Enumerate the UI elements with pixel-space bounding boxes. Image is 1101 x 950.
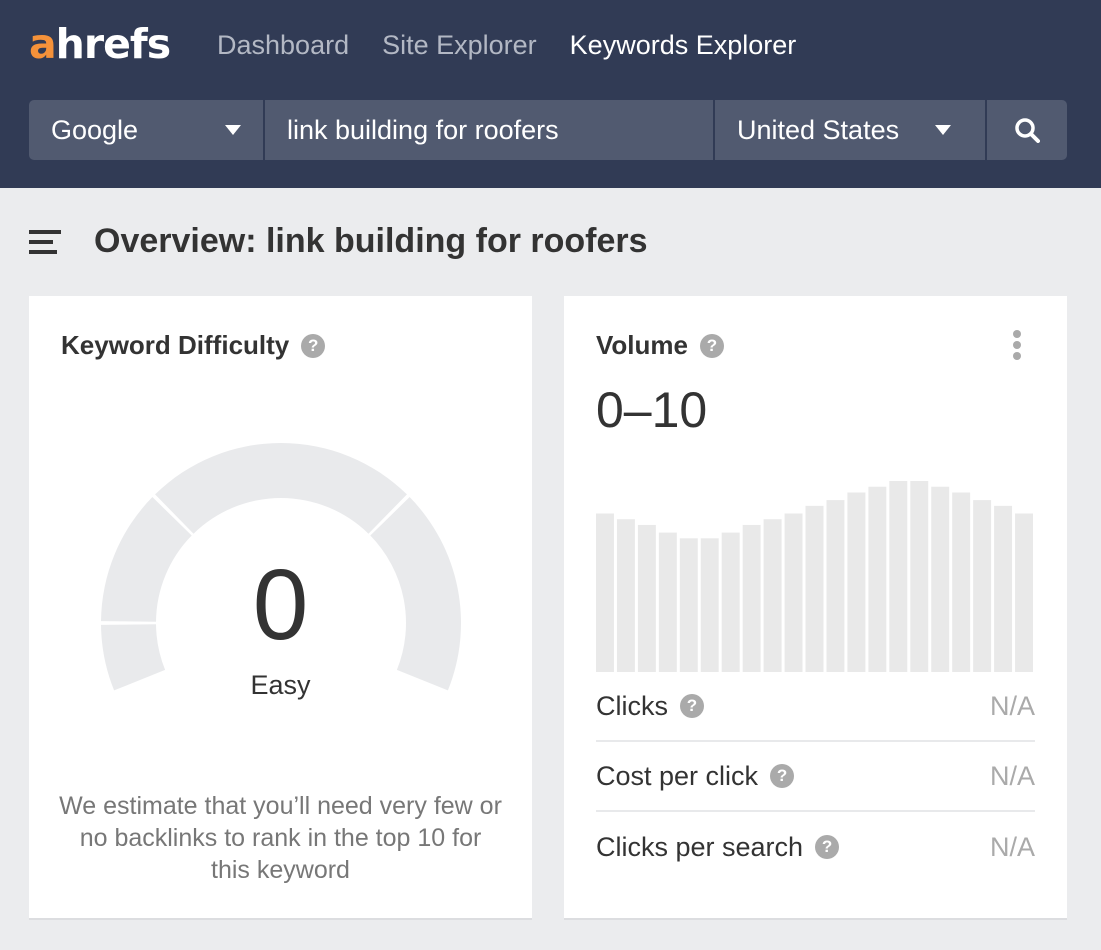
nav-site-explorer[interactable]: Site Explorer [382,30,537,60]
volume-bar-11[interactable] [805,505,824,672]
difficulty-description: We estimate that you’ll need very few or… [59,792,502,884]
volume-bar-1[interactable] [596,513,614,672]
metric-label: Clicks [596,690,668,721]
main-nav: Dashboard Site Explorer Keywords Explore… [217,30,829,60]
nav-keywords-explorer[interactable]: Keywords Explorer [570,30,797,60]
country-select[interactable]: United States [715,100,985,160]
volume-bar-19[interactable] [973,500,992,672]
metric-row-clicks-per-search: Clicks per search? N/A [596,812,1035,882]
volume-metrics: Clicks? N/A Cost per click? N/A Clicks p… [596,672,1035,882]
metric-row-cost-per-click: Cost per click? N/A [596,742,1035,812]
kebab-menu-icon[interactable] [1012,330,1022,362]
metric-row-clicks: Clicks? N/A [596,672,1035,742]
metric-value: N/A [989,690,1035,721]
metric-label: Clicks per search [596,831,804,862]
volume-card: Volume ? 0–10 Clicks? N/A Cost per click… [564,296,1067,918]
help-icon[interactable]: ? [815,835,840,859]
search-engine-select[interactable]: Google [29,100,263,160]
volume-bar-14[interactable] [868,486,887,672]
page-header: Overview: link building for roofers [29,222,648,261]
volume-bar-15[interactable] [889,481,908,672]
gauge-segment [155,443,407,534]
volume-bar-9[interactable] [763,519,782,672]
logo-rest: hrefs [55,20,171,68]
ahrefs-logo[interactable]: ahrefs [29,20,171,68]
volume-bar-21[interactable] [1015,513,1033,672]
logo-a: a [29,20,57,68]
volume-bar-3[interactable] [637,524,656,672]
volume-bar-8[interactable] [742,524,761,672]
help-icon[interactable]: ? [770,764,795,788]
volume-bar-16[interactable] [910,481,929,672]
country-value: United States [737,114,900,145]
volume-bar-5[interactable] [679,538,698,672]
top-bar: ahrefs Dashboard Site Explorer Keywords … [0,0,1101,188]
search-icon [1015,118,1040,143]
volume-bar-13[interactable] [847,492,866,672]
volume-trend-chart [596,481,1033,672]
volume-bar-17[interactable] [931,486,950,672]
volume-bar-20[interactable] [994,505,1013,672]
volume-bar-12[interactable] [826,500,845,672]
volume-bar-6[interactable] [700,538,719,672]
volume-value: 0–10 [596,382,708,438]
metric-value: N/A [989,831,1035,862]
nav-dashboard[interactable]: Dashboard [217,30,349,60]
search-button[interactable] [987,100,1067,160]
volume-label: Volume [596,330,688,360]
volume-bar-7[interactable] [721,532,740,672]
volume-title: Volume ? [596,330,724,361]
volume-bar-10[interactable] [784,513,803,672]
volume-bar-18[interactable] [952,492,971,672]
page-title: Overview: link building for roofers [94,222,648,260]
volume-bar-2[interactable] [616,519,635,672]
metric-value: N/A [989,760,1035,791]
hamburger-menu-icon[interactable] [29,229,61,254]
search-engine-value: Google [51,114,139,145]
metric-label: Cost per click [596,760,759,791]
difficulty-label: Easy [250,670,311,700]
keyword-input[interactable] [287,114,713,146]
caret-down-icon [935,125,951,135]
help-icon[interactable]: ? [699,333,724,358]
search-bar: Google United States [29,100,1067,160]
caret-down-icon [225,125,241,135]
difficulty-score: 0 [252,549,309,661]
volume-bar-4[interactable] [658,532,677,672]
keyword-field-wrapper [265,100,713,160]
help-icon[interactable]: ? [680,694,704,718]
keyword-difficulty-card: Keyword Difficulty ? 0 Easy We estimate … [29,296,532,918]
